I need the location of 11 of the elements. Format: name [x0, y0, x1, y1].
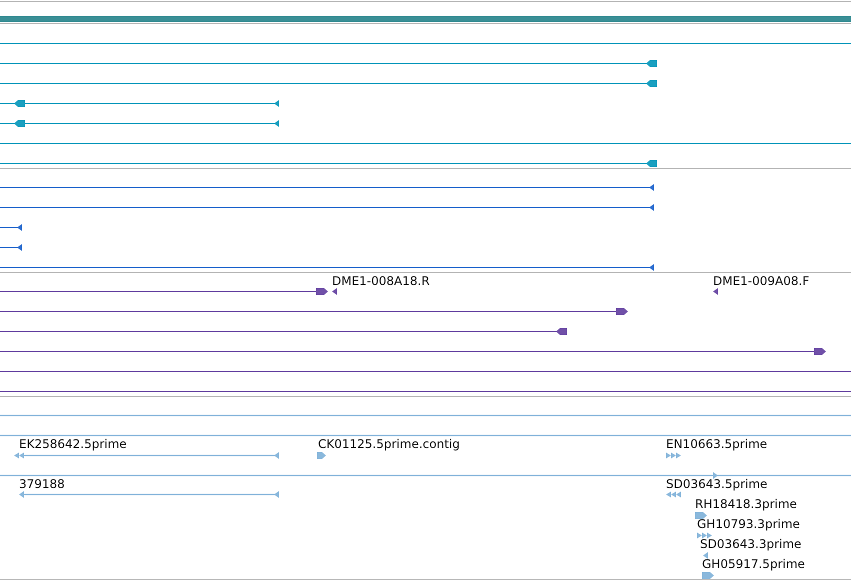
feature-label: SD03643.3prime [700, 537, 802, 551]
feature-label: GH05917.5prime [702, 557, 805, 571]
feature-label: GH10793.3prime [697, 517, 800, 531]
feature-label: DME1-009A08.F [713, 274, 810, 288]
feature-label: DME1-008A18.R [332, 274, 430, 288]
feature-label: EN10663.5prime [666, 437, 768, 451]
feature-label: RH18418.3prime [695, 497, 797, 511]
feature-label: EK258642.5prime [19, 437, 127, 451]
feature-label: SD03643.5prime [666, 477, 768, 491]
feature-label: 379188 [19, 477, 65, 491]
feature-label: CK01125.5prime.contig [318, 437, 460, 451]
